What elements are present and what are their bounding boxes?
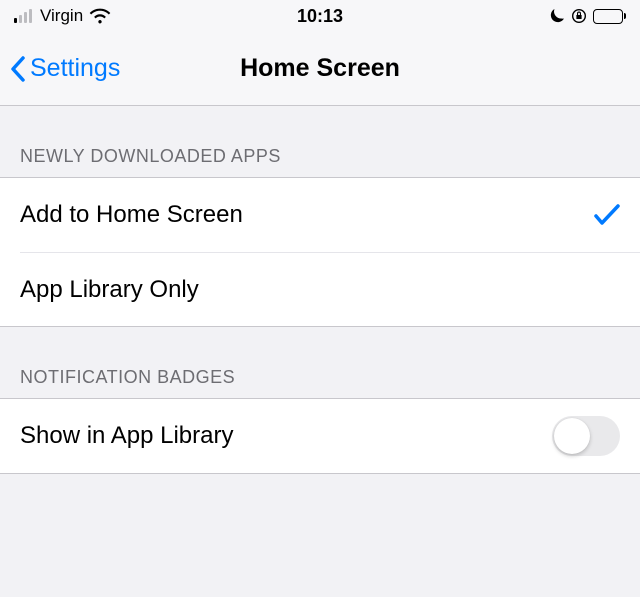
status-right — [549, 8, 627, 24]
section-header-newly-downloaded: NEWLY DOWNLOADED APPS — [0, 146, 640, 177]
switch-knob — [554, 418, 590, 454]
cellular-signal-icon — [14, 9, 32, 23]
clock-label: 10:13 — [297, 6, 343, 27]
status-bar: Virgin 10:13 — [0, 0, 640, 32]
page-title: Home Screen — [240, 54, 400, 83]
list-newly-downloaded: Add to Home Screen App Library Only — [0, 177, 640, 327]
checkmark-icon — [594, 204, 620, 226]
section-notification-badges: NOTIFICATION BADGES Show in App Library — [0, 367, 640, 474]
row-app-library-only[interactable]: App Library Only — [20, 252, 640, 326]
section-newly-downloaded: NEWLY DOWNLOADED APPS Add to Home Screen… — [0, 146, 640, 327]
wifi-icon — [89, 8, 111, 24]
row-show-in-app-library: Show in App Library — [0, 399, 640, 473]
chevron-left-icon — [10, 56, 26, 82]
row-add-to-home-screen[interactable]: Add to Home Screen — [0, 178, 640, 252]
carrier-label: Virgin — [40, 6, 83, 26]
nav-bar: Settings Home Screen — [0, 32, 640, 106]
back-label: Settings — [30, 54, 120, 83]
row-label: Add to Home Screen — [20, 201, 243, 229]
status-left: Virgin — [14, 6, 111, 26]
battery-icon — [593, 9, 627, 24]
row-label: App Library Only — [20, 276, 199, 304]
list-notification-badges: Show in App Library — [0, 398, 640, 474]
back-button[interactable]: Settings — [0, 54, 120, 83]
orientation-lock-icon — [571, 8, 587, 24]
section-header-notification-badges: NOTIFICATION BADGES — [0, 367, 640, 398]
switch-show-in-app-library[interactable] — [552, 416, 620, 456]
do-not-disturb-icon — [549, 8, 565, 24]
row-label: Show in App Library — [20, 422, 233, 450]
